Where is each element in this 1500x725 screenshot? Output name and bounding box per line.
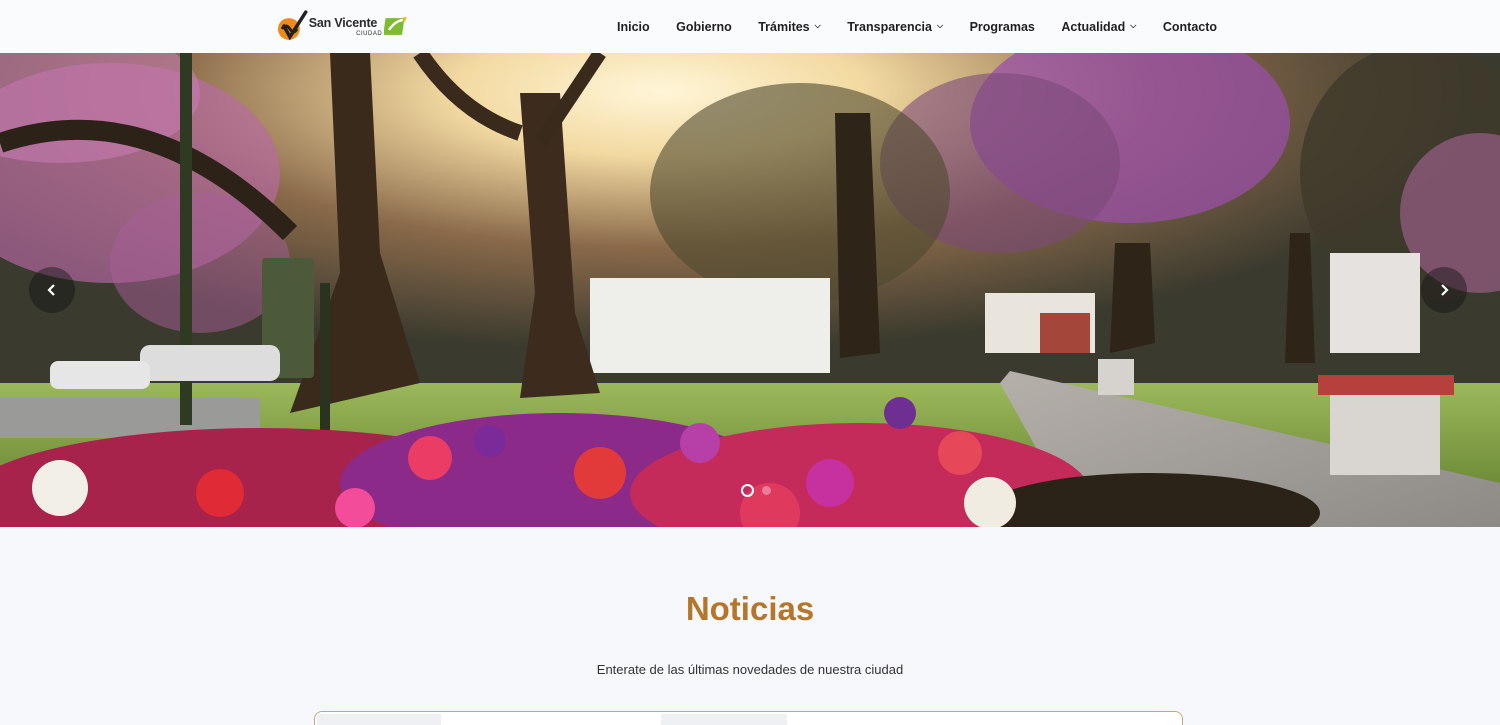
carousel-indicators bbox=[741, 484, 779, 497]
nav-item-label: Contacto bbox=[1162, 19, 1218, 34]
site-logo[interactable]: San Vicente CIUDAD bbox=[276, 8, 408, 44]
nav-item-transparencia[interactable]: Transparencia ⌵ bbox=[847, 20, 943, 34]
nav-item-programas[interactable]: Programas bbox=[970, 20, 1035, 34]
nav-item-inicio[interactable]: Inicio bbox=[617, 20, 650, 34]
news-container bbox=[314, 711, 1183, 725]
nav-item-actualidad[interactable]: Actualidad ⌵ bbox=[1061, 20, 1136, 34]
carousel-dot[interactable] bbox=[741, 484, 754, 497]
logo-text: San Vicente CIUDAD bbox=[309, 11, 382, 41]
hero-image bbox=[0, 53, 1500, 527]
logo-name: San Vicente bbox=[308, 16, 378, 30]
chevron-right-icon bbox=[1441, 284, 1449, 296]
chevron-down-icon: ⌵ bbox=[1130, 20, 1137, 30]
logo-subtitle: CIUDAD bbox=[356, 31, 383, 37]
chevron-down-icon: ⌵ bbox=[814, 20, 821, 30]
nav-item-label: Gobierno bbox=[676, 19, 732, 34]
nav-item-label: Actualidad bbox=[1061, 19, 1126, 34]
carousel-prev-button[interactable] bbox=[29, 267, 75, 313]
news-card[interactable] bbox=[317, 714, 441, 725]
logo-mark-icon bbox=[277, 10, 308, 41]
chevron-left-icon bbox=[47, 284, 55, 296]
news-subtitle: Enterate de las últimas novedades de nue… bbox=[596, 662, 904, 677]
carousel-next-button[interactable] bbox=[1421, 267, 1467, 313]
logo-flag-icon bbox=[384, 17, 408, 35]
nav-item-tramites[interactable]: Trámites ⌵ bbox=[758, 20, 821, 34]
nav-item-gobierno[interactable]: Gobierno bbox=[676, 20, 732, 34]
nav-item-label: Transparencia bbox=[847, 19, 932, 34]
hero-carousel bbox=[0, 53, 1500, 527]
site-header: San Vicente CIUDAD Inicio Gobierno Trámi… bbox=[0, 0, 1500, 53]
nav-item-label: Inicio bbox=[617, 19, 650, 34]
main-nav: Inicio Gobierno Trámites ⌵ Transparencia ⌵… bbox=[617, 0, 1217, 53]
carousel-dot[interactable] bbox=[762, 486, 771, 495]
nav-item-label: Trámites bbox=[758, 19, 810, 34]
news-title: Noticias bbox=[685, 590, 815, 627]
nav-item-label: Programas bbox=[969, 19, 1035, 34]
chevron-down-icon: ⌵ bbox=[936, 20, 944, 30]
nav-item-contacto[interactable]: Contacto bbox=[1163, 20, 1217, 34]
news-card[interactable] bbox=[661, 714, 787, 725]
